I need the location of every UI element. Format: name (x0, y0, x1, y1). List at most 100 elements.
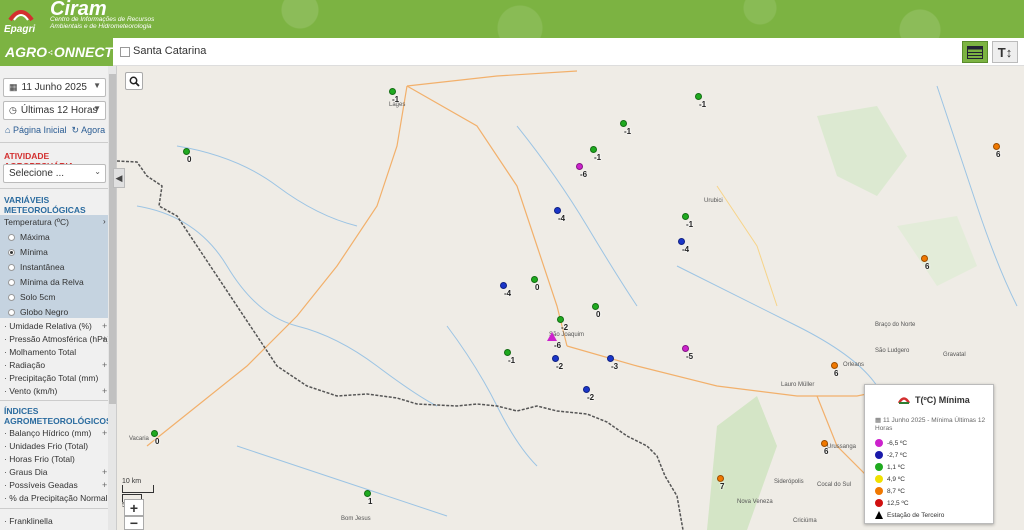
city-urubici: Urubici (704, 198, 723, 204)
var-umidade[interactable]: · Umidade Relativa (%) + (4, 321, 107, 331)
chevron-right-icon: › (103, 217, 106, 226)
text-size-button[interactable]: T↕ (992, 41, 1018, 63)
search-icon (129, 76, 140, 87)
idx-graus-dia[interactable]: · Graus Dia + (4, 467, 107, 477)
station-label: -1 (686, 220, 694, 229)
legend-item: 12,5 ºC (875, 499, 909, 507)
radio-globo-negro[interactable] (8, 309, 15, 316)
home-link[interactable]: Página Inicial (13, 125, 67, 135)
period-select[interactable]: ◷ Últimas 12 Horas ▼ (3, 101, 106, 120)
city-criciuma: Criciúma (793, 518, 817, 524)
station-marker[interactable] (590, 146, 597, 153)
temperature-group[interactable]: Temperatura (ºC) (4, 217, 69, 227)
temp-option-minima[interactable]: Mínima (20, 247, 48, 257)
plus-icon: + (102, 480, 108, 490)
legend-item: 8,7 ºC (875, 487, 905, 495)
sidebar-scrollbar[interactable] (108, 66, 116, 530)
zoom-out-button[interactable]: − (124, 515, 144, 531)
station-marker[interactable] (682, 345, 689, 352)
station-marker[interactable] (831, 362, 838, 369)
radio-maxima[interactable] (8, 234, 15, 241)
station-label: 0 (596, 310, 601, 319)
plus-icon: + (102, 428, 108, 438)
city-sideropolis: Siderópolis (774, 479, 804, 485)
station-marker[interactable] (389, 88, 396, 95)
station-marker[interactable] (921, 255, 928, 262)
map-search-button[interactable] (125, 72, 143, 90)
third-party-station-marker[interactable] (547, 332, 557, 341)
temp-option-solo-5cm[interactable]: Solo 5cm (20, 292, 55, 302)
station-marker[interactable] (151, 430, 158, 437)
var-radiacao[interactable]: · Radiação + (4, 360, 107, 370)
var-molhamento[interactable]: · Molhamento Total (4, 347, 76, 357)
station-marker[interactable] (531, 276, 538, 283)
scrollbar-thumb[interactable] (109, 74, 116, 404)
chevron-down-icon: ▼ (93, 104, 101, 113)
station-marker[interactable] (993, 143, 1000, 150)
agroconnect-logo[interactable]: AGRO ONNECT (0, 38, 113, 66)
station-marker[interactable] (576, 163, 583, 170)
epagri-logo-icon (897, 397, 911, 404)
temperature-group-label: Temperatura (ºC) (4, 217, 69, 227)
franklinella-item[interactable]: · Franklinella (4, 516, 53, 526)
station-label: -4 (558, 214, 566, 223)
var-vento[interactable]: · Vento (km/h) + (4, 386, 107, 396)
var-precipitacao[interactable]: · Precipitação Total (mm) (4, 373, 98, 383)
city-nova-veneza: Nova Veneza (737, 499, 773, 505)
temp-option-globo-negro[interactable]: Globo Negro (20, 307, 68, 317)
idx-geadas[interactable]: · Possíveis Geadas + (4, 480, 107, 490)
indices-section-title: ÍNDICES AGROMETEOROLÓGICOS (4, 406, 112, 426)
station-marker[interactable] (607, 355, 614, 362)
station-marker[interactable] (620, 120, 627, 127)
agro-select[interactable]: Selecione ... ⌄ (3, 164, 106, 183)
santa-catarina-checkbox[interactable] (120, 47, 130, 57)
temp-option-maxima[interactable]: Máxima (20, 232, 50, 242)
triangle-icon (875, 511, 883, 519)
radio-instantanea[interactable] (8, 264, 15, 271)
station-marker[interactable] (557, 316, 564, 323)
idx-unidades-frio[interactable]: · Unidades Frio (Total) (4, 441, 88, 451)
city-braco-do-norte: Braço do Norte (875, 322, 916, 328)
idx-precip-normal-label: % da Precipitação Normal (9, 493, 108, 503)
station-marker[interactable] (364, 490, 371, 497)
table-view-button[interactable] (962, 41, 988, 63)
station-marker[interactable] (183, 148, 190, 155)
idx-precip-normal[interactable]: · % da Precipitação Normal (4, 493, 107, 503)
city-lauro-muller: Lauro Müller (781, 382, 815, 388)
idx-balanco[interactable]: · Balanço Hídrico (mm) + (4, 428, 107, 438)
station-marker[interactable] (678, 238, 685, 245)
sidebar-collapse-button[interactable]: ◀ (113, 168, 125, 188)
station-label: -1 (594, 153, 602, 162)
station-marker[interactable] (554, 207, 561, 214)
temp-option-minima-relva[interactable]: Mínima da Relva (20, 277, 84, 287)
radio-solo-5cm[interactable] (8, 294, 15, 301)
station-marker[interactable] (717, 475, 724, 482)
station-marker[interactable] (552, 355, 559, 362)
calendar-icon: ▦ (9, 82, 18, 92)
radio-minima-relva[interactable] (8, 279, 15, 286)
date-select[interactable]: ▦ 11 Junho 2025 ▼ (3, 78, 106, 97)
station-marker[interactable] (682, 213, 689, 220)
var-radiacao-label: Radiação (9, 360, 46, 370)
calendar-icon: ▦ (875, 417, 882, 424)
var-pressao[interactable]: · Pressão Atmosférica (hPa) + (4, 334, 110, 344)
legend-item: -2,7 ºC (875, 451, 907, 459)
station-marker[interactable] (500, 282, 507, 289)
zoom-in-button[interactable]: + (124, 499, 144, 516)
legend-item: 4,9 ºC (875, 475, 905, 483)
station-marker[interactable] (695, 93, 702, 100)
temp-option-instantanea[interactable]: Instantânea (20, 262, 64, 272)
legend-item: 1,1 ºC (875, 463, 905, 471)
table-icon (967, 45, 983, 59)
santa-catarina-label: Santa Catarina (133, 45, 207, 57)
idx-horas-frio[interactable]: · Horas Frio (Total) (4, 454, 75, 464)
station-label: -3 (611, 362, 619, 371)
now-link[interactable]: Agora (81, 125, 105, 135)
radio-minima[interactable] (8, 249, 15, 256)
station-marker[interactable] (504, 349, 511, 356)
station-marker[interactable] (583, 386, 590, 393)
chevron-down-icon: ⌄ (94, 167, 101, 176)
station-marker[interactable] (592, 303, 599, 310)
legend-subtitle-text: 11 Junho 2025 - Mínima Últimas 12 Horas (875, 417, 986, 432)
station-marker[interactable] (821, 440, 828, 447)
